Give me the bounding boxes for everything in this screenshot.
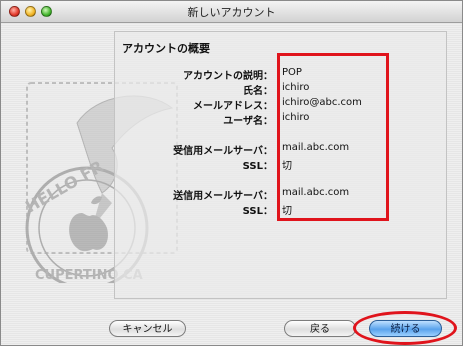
- label-incoming-server: 受信用メールサーバ：: [173, 146, 273, 157]
- summary-heading: アカウントの概要: [122, 42, 210, 55]
- label-outgoing-ssl: SSL：: [242, 206, 273, 217]
- cancel-button[interactable]: キャンセル: [109, 320, 186, 337]
- title-bar: 新しいアカウント: [1, 1, 462, 23]
- window-title: 新しいアカウント: [187, 6, 276, 19]
- back-button[interactable]: 戻る: [284, 320, 356, 337]
- label-incoming-ssl: SSL：: [242, 161, 273, 172]
- label-email-address: メールアドレス：: [193, 101, 273, 112]
- label-account-description: アカウントの説明：: [183, 71, 273, 82]
- label-outgoing-server: 送信用メールサーバ：: [173, 191, 273, 202]
- new-account-window: 新しいアカウント HELLO FR CUPERTINO CA アカウントの概要 …: [0, 0, 463, 346]
- values-highlight-annotation: [277, 53, 389, 221]
- continue-highlight-annotation: [353, 311, 457, 345]
- label-user-name: ユーザ名：: [223, 116, 273, 127]
- label-full-name: 氏名：: [243, 86, 273, 97]
